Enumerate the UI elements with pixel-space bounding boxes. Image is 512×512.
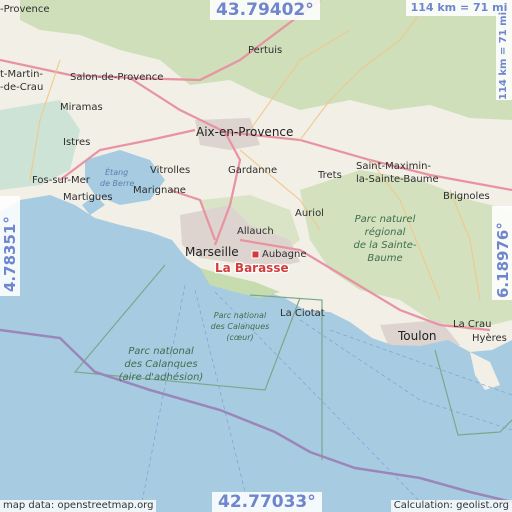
marker-label: La Barasse — [215, 261, 289, 275]
label-stmax2: la-Sainte-Baume — [356, 174, 439, 185]
coordinate-bottom: 42.77033° — [212, 492, 322, 512]
label-auriol: Auriol — [295, 208, 324, 219]
scale-top: 114 km = 71 mi — [406, 0, 512, 16]
label-pnca-1: Parc national — [128, 346, 194, 357]
coordinate-right-box: 6.18976° — [492, 206, 512, 300]
label-marseille: Marseille — [185, 245, 239, 259]
label-st-martin: t-Martin- — [0, 69, 43, 80]
label-etang-1: Étang — [105, 166, 128, 177]
label-fos: Fos-sur-Mer — [32, 175, 91, 186]
label-vitrolles: Vitrolles — [150, 165, 190, 176]
label-martigues: Martigues — [63, 192, 113, 203]
label-pnc-1: Parc national — [214, 311, 267, 320]
label-pnr-2: régional — [365, 226, 406, 238]
label-laciotat: La Ciotat — [280, 308, 325, 319]
label-aix: Aix-en-Provence — [196, 125, 293, 139]
label-pertuis: Pertuis — [248, 45, 282, 56]
label-gardanne: Gardanne — [228, 165, 277, 176]
label-etang-2: de Berre — [100, 179, 135, 188]
map-data-credit[interactable]: map data: openstreetmap.org — [0, 500, 157, 512]
label-salon: Salon-de-Provence — [70, 72, 163, 83]
coordinate-left: 4.78351° — [1, 216, 19, 292]
label-miramas: Miramas — [60, 102, 103, 113]
coordinate-top: 43.79402° — [210, 0, 320, 20]
label-brignoles: Brignoles — [443, 191, 490, 202]
label-istres: Istres — [63, 137, 90, 148]
scale-right: 114 km = 71 mi — [498, 11, 509, 100]
label-pnr-4: Baume — [367, 253, 402, 264]
label-marignane: Marignane — [133, 185, 186, 196]
label-pnr-3: de la Sainte- — [353, 240, 416, 251]
label-aubagne: Aubagne — [262, 249, 307, 260]
coordinate-right: 6.18976° — [494, 222, 512, 298]
label-trets: Trets — [317, 170, 342, 181]
label-hyeres: Hyères — [472, 332, 507, 344]
label-lacrau: La Crau — [453, 319, 491, 330]
label-pnc-3: (cœur) — [226, 333, 253, 342]
calculation-credit[interactable]: Calculation: geolist.org — [390, 500, 512, 512]
label-pnca-3: (aire d'adhésion) — [119, 371, 204, 383]
label-stmax1: Saint-Maximin- — [356, 161, 431, 172]
label-allauch: Allauch — [237, 226, 274, 237]
label-toulon: Toulon — [397, 329, 437, 343]
label-pnr-1: Parc naturel — [355, 214, 416, 225]
scale-right-box: 114 km = 71 mi — [496, 12, 512, 100]
coordinate-left-box: 4.78351° — [0, 196, 20, 296]
label-pnc-2: des Calanques — [211, 322, 270, 331]
location-marker[interactable] — [251, 250, 260, 259]
map-canvas[interactable]: -Provence t-Martin- -de-Crau Salon-de-Pr… — [0, 0, 512, 512]
marker-square — [251, 250, 260, 259]
label-pnca-2: des Calanques — [124, 359, 197, 370]
label-de-crau: -de-Crau — [0, 82, 43, 93]
label-provence: -Provence — [0, 4, 50, 15]
